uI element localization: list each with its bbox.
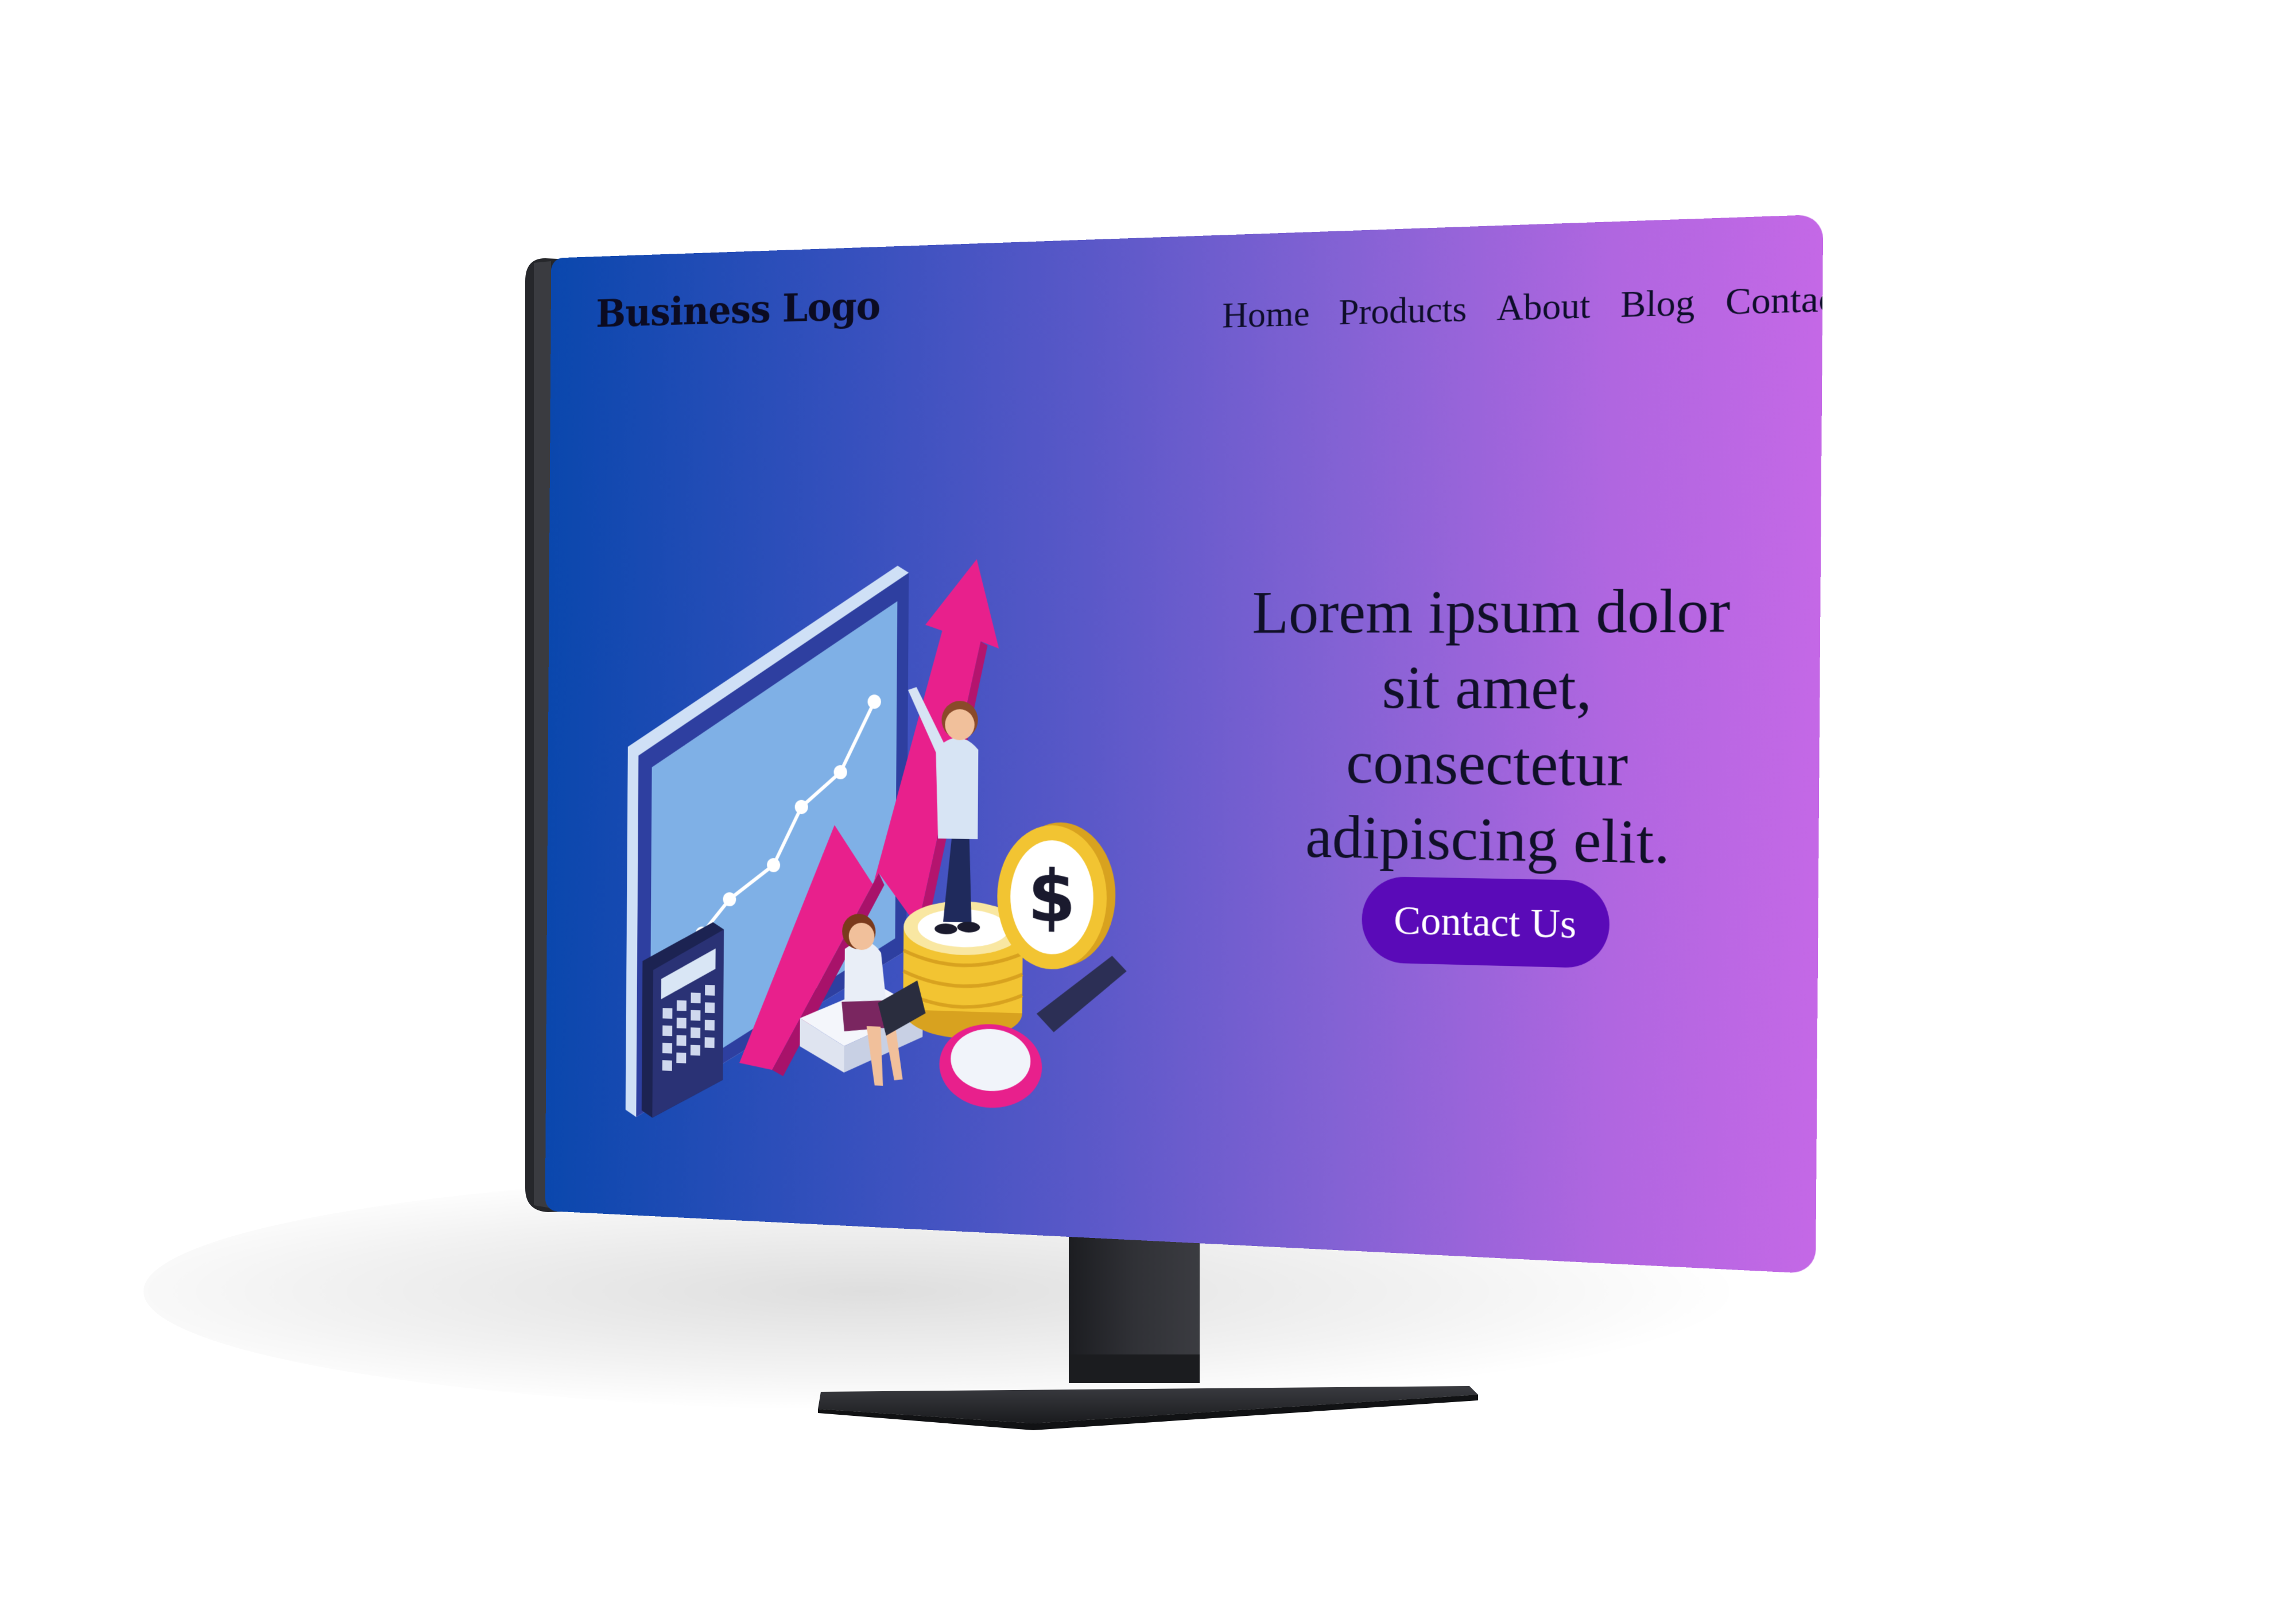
growth-illustration: $ [625,559,1127,1128]
contact-us-button[interactable]: Contact Us [1362,876,1610,969]
svg-text:$: $ [1027,854,1076,939]
nav-contact[interactable]: Contact [1725,276,1823,323]
nav-home[interactable]: Home [1222,292,1310,337]
monitor-screen: Business Logo Home Products About Blog C… [545,214,1824,1274]
nav-blog[interactable]: Blog [1620,281,1695,326]
business-logo[interactable]: Business Logo [596,282,881,336]
nav-about[interactable]: About [1496,284,1591,330]
main-nav: Home Products About Blog Contact [1222,276,1823,336]
hero-heading: Lorem ipsum dolor sit amet, consectetur … [1252,576,1731,877]
mockup-stage: Business Logo Home Products About Blog C… [0,0,2296,1607]
nav-products[interactable]: Products [1339,288,1467,333]
landing-page: Business Logo Home Products About Blog C… [545,214,1824,1274]
coin-dollar-icon: $ [996,821,1116,971]
